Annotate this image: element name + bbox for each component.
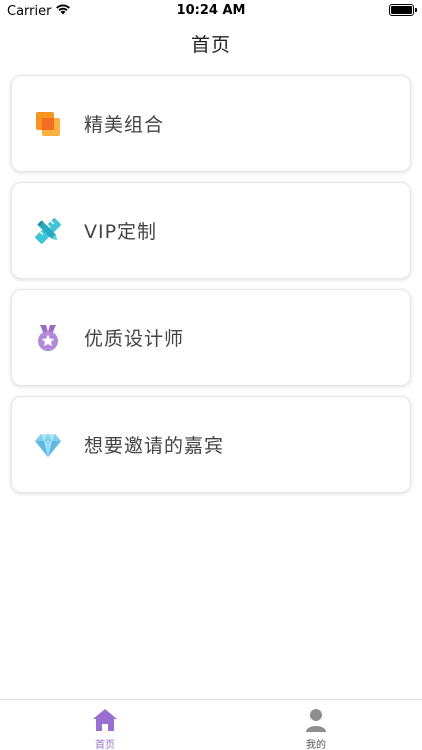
- medal-icon: [32, 322, 64, 354]
- tab-mine-label: 我的: [306, 740, 326, 750]
- menu-item-label: 精美组合: [84, 114, 165, 136]
- stacked-squares-icon: [32, 108, 64, 140]
- status-time: 10:24 AM: [176, 3, 246, 18]
- menu-item-vip[interactable]: VIP定制: [11, 182, 411, 279]
- page-title: 首页: [190, 34, 231, 56]
- menu-item-label: 想要邀请的嘉宾: [84, 435, 225, 457]
- status-bar: Carrier 10:24 AM: [0, 0, 422, 22]
- tab-bar: 首页 我的: [0, 699, 422, 750]
- tab-home[interactable]: 首页: [65, 706, 145, 750]
- person-icon: [276, 706, 356, 732]
- menu-item-label: 优质设计师: [84, 328, 185, 350]
- battery-icon: [389, 4, 417, 16]
- home-icon: [65, 706, 145, 732]
- menu-item-guest[interactable]: 想要邀请的嘉宾: [11, 396, 411, 493]
- pencil-ruler-icon: [32, 215, 64, 247]
- diamond-icon: [32, 429, 64, 461]
- tab-mine[interactable]: 我的: [276, 706, 356, 750]
- menu-item-combo[interactable]: 精美组合: [11, 75, 411, 172]
- menu-item-designer[interactable]: 优质设计师: [11, 289, 411, 386]
- menu-list: 精美组合 VIP定制 优质设计师 想要邀请的嘉宾: [11, 75, 411, 503]
- tab-home-label: 首页: [95, 740, 115, 750]
- menu-item-label: VIP定制: [84, 221, 158, 243]
